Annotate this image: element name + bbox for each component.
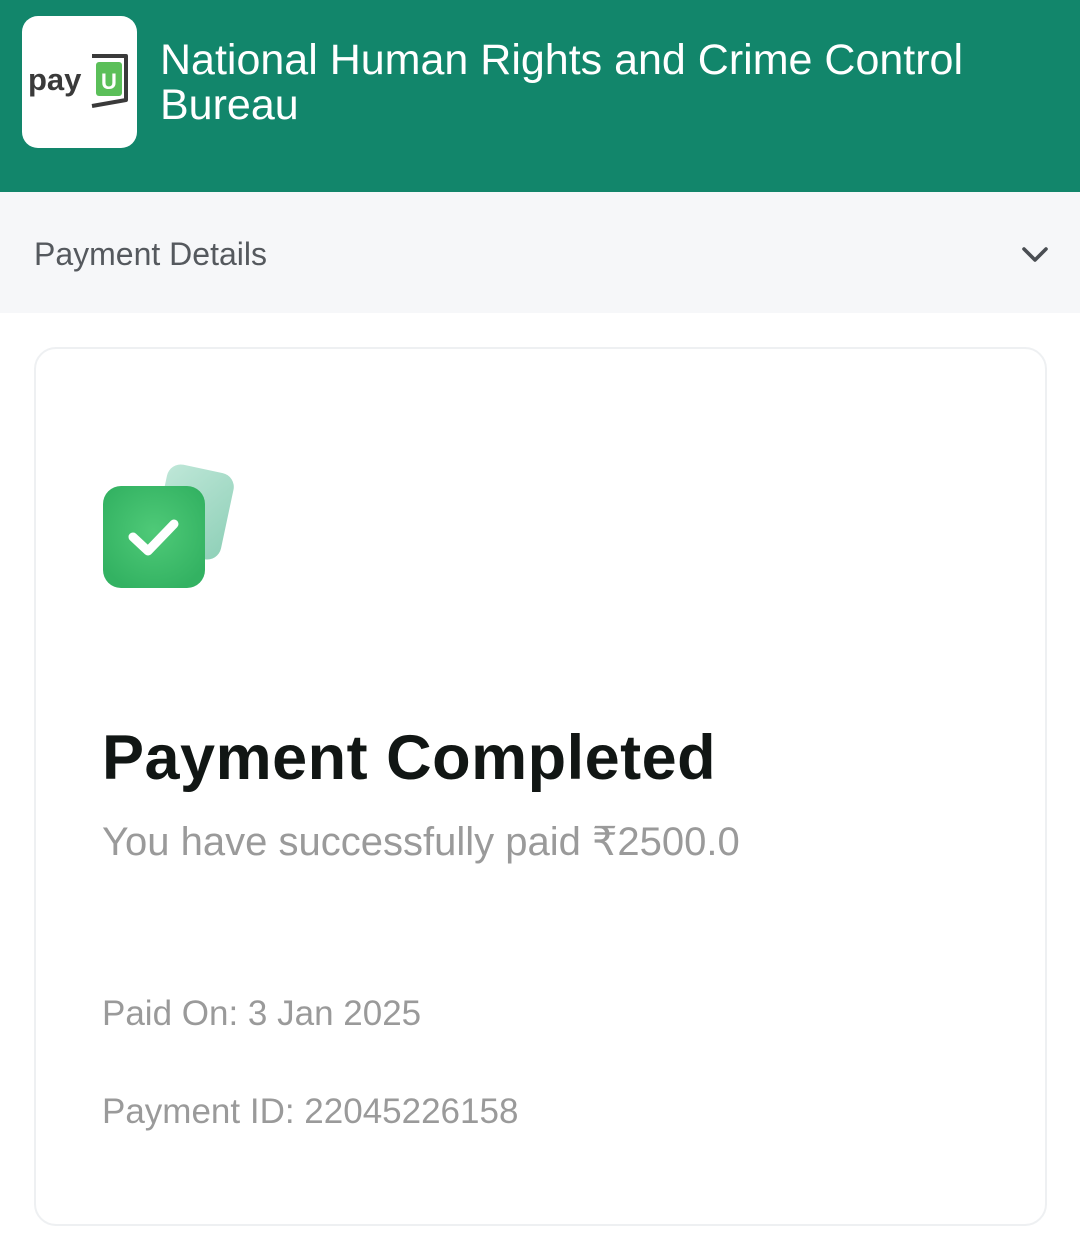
svg-text:U: U [101, 69, 117, 94]
svg-text:pay: pay [28, 62, 82, 97]
merchant-header: pay U National Human Rights and Crime Co… [0, 0, 1080, 192]
payu-logo: pay U [22, 16, 137, 148]
payment-details-label: Payment Details [34, 236, 267, 272]
paid-on-date: Paid On: 3 Jan 2025 [102, 994, 422, 1033]
chevron-down-icon[interactable] [1018, 238, 1052, 272]
status-title: Payment Completed [102, 723, 717, 793]
status-message: You have successfully paid ₹2500.0 [102, 820, 740, 864]
merchant-name: National Human Rights and Crime Control … [160, 36, 964, 129]
check-icon [103, 464, 234, 588]
payment-id: Payment ID: 22045226158 [102, 1092, 519, 1131]
